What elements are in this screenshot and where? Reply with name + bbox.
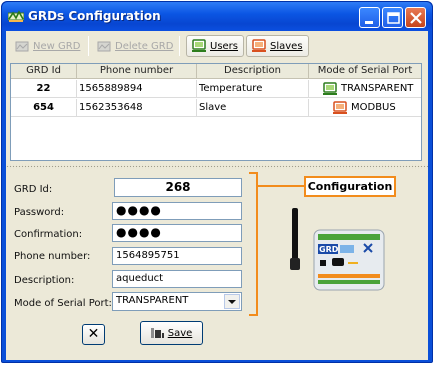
maximize-button[interactable] xyxy=(382,7,403,28)
slaves-label: Slaves xyxy=(270,40,303,52)
cell-description: Temperature xyxy=(197,80,309,98)
users-icon xyxy=(192,39,206,52)
dropdown-arrow-button[interactable] xyxy=(224,294,240,309)
column-header-phone[interactable]: Phone number xyxy=(77,64,197,79)
title-bar[interactable]: GRDs Configuration xyxy=(2,2,432,31)
cell-mode-label: TRANSPARENT xyxy=(341,83,414,94)
cancel-icon: ✕ xyxy=(87,326,100,342)
password-field[interactable]: ●●●● xyxy=(112,202,242,220)
save-button[interactable]: Save xyxy=(140,321,203,345)
close-button[interactable] xyxy=(405,7,426,28)
bracket-top xyxy=(249,172,257,174)
toolbar: New GRD Delete GRD Users Slaves xyxy=(6,31,428,61)
cell-phone: 1565889894 xyxy=(77,80,197,98)
new-grd-button[interactable]: New GRD xyxy=(10,35,85,57)
slaves-button[interactable]: Slaves xyxy=(246,35,309,57)
description-field[interactable]: aqueduct xyxy=(112,270,242,288)
table-row[interactable]: 22 1565889894 Temperature TRANSPARENT xyxy=(11,80,421,98)
svg-text:GRD: GRD xyxy=(319,245,339,254)
delete-grd-label: Delete GRD xyxy=(115,40,174,52)
column-header-grd-id[interactable]: GRD Id xyxy=(11,64,77,79)
minimize-button[interactable] xyxy=(359,7,380,28)
description-label: Description: xyxy=(14,275,75,286)
phone-number-field[interactable]: 1564895751 xyxy=(112,247,242,265)
toolbar-separator xyxy=(179,36,180,56)
cell-mode-label: MODBUS xyxy=(351,102,396,113)
confirmation-field[interactable]: ●●●● xyxy=(112,224,242,242)
phone-number-label: Phone number: xyxy=(14,251,91,262)
window-title: GRDs Configuration xyxy=(28,9,161,23)
mode-of-serial-port-label: Mode of Serial Port: xyxy=(14,298,112,309)
cancel-button[interactable]: ✕ xyxy=(82,324,105,345)
grd-id-field[interactable]: 268 xyxy=(114,178,242,197)
table-header: GRD Id Phone number Description Mode of … xyxy=(11,64,421,79)
grd-device-icon: GRD xyxy=(290,208,385,291)
callout-connector xyxy=(258,185,304,187)
confirmation-label: Confirmation: xyxy=(14,229,83,240)
chevron-down-icon xyxy=(228,300,236,304)
transparent-mode-icon xyxy=(323,82,337,95)
cell-mode: MODBUS xyxy=(309,99,421,117)
users-label: Users xyxy=(210,40,239,52)
slaves-icon xyxy=(252,39,266,52)
cell-description: Slave xyxy=(197,99,309,117)
maximize-icon xyxy=(387,12,400,24)
minimize-icon xyxy=(365,21,373,24)
cell-mode: TRANSPARENT xyxy=(309,80,421,98)
cell-grd-id: 654 xyxy=(11,99,77,117)
close-icon xyxy=(410,12,422,24)
users-button[interactable]: Users xyxy=(186,35,245,57)
grd-app-icon xyxy=(8,10,24,22)
new-grd-icon xyxy=(15,41,29,52)
grd-table: GRD Id Phone number Description Mode of … xyxy=(10,63,422,161)
grds-configuration-window: GRDs Configuration New GRD Delete GRD Us… xyxy=(1,1,433,363)
column-header-description[interactable]: Description xyxy=(197,64,309,79)
new-grd-label: New GRD xyxy=(33,40,81,52)
cell-phone: 1562353648 xyxy=(77,99,197,117)
mode-select-value: TRANSPARENT xyxy=(116,295,189,306)
delete-grd-button[interactable]: Delete GRD xyxy=(92,35,178,57)
mode-of-serial-port-select[interactable]: TRANSPARENT xyxy=(112,292,242,311)
modbus-mode-icon xyxy=(333,101,347,114)
configuration-bracket xyxy=(254,172,258,316)
toolbar-separator xyxy=(88,36,89,56)
table-row[interactable]: 654 1562353648 Slave MODBUS xyxy=(11,99,421,117)
split-pane-divider[interactable] xyxy=(6,164,428,169)
bracket-bottom xyxy=(249,314,257,316)
cell-grd-id: 22 xyxy=(11,80,77,98)
configuration-callout: Configuration xyxy=(304,176,396,197)
column-header-mode[interactable]: Mode of Serial Port xyxy=(309,64,421,79)
save-icon xyxy=(150,328,164,338)
grd-id-label: GRD Id: xyxy=(14,184,53,195)
password-label: Password: xyxy=(14,207,65,218)
delete-grd-icon xyxy=(97,41,111,52)
save-label: Save xyxy=(167,327,193,339)
